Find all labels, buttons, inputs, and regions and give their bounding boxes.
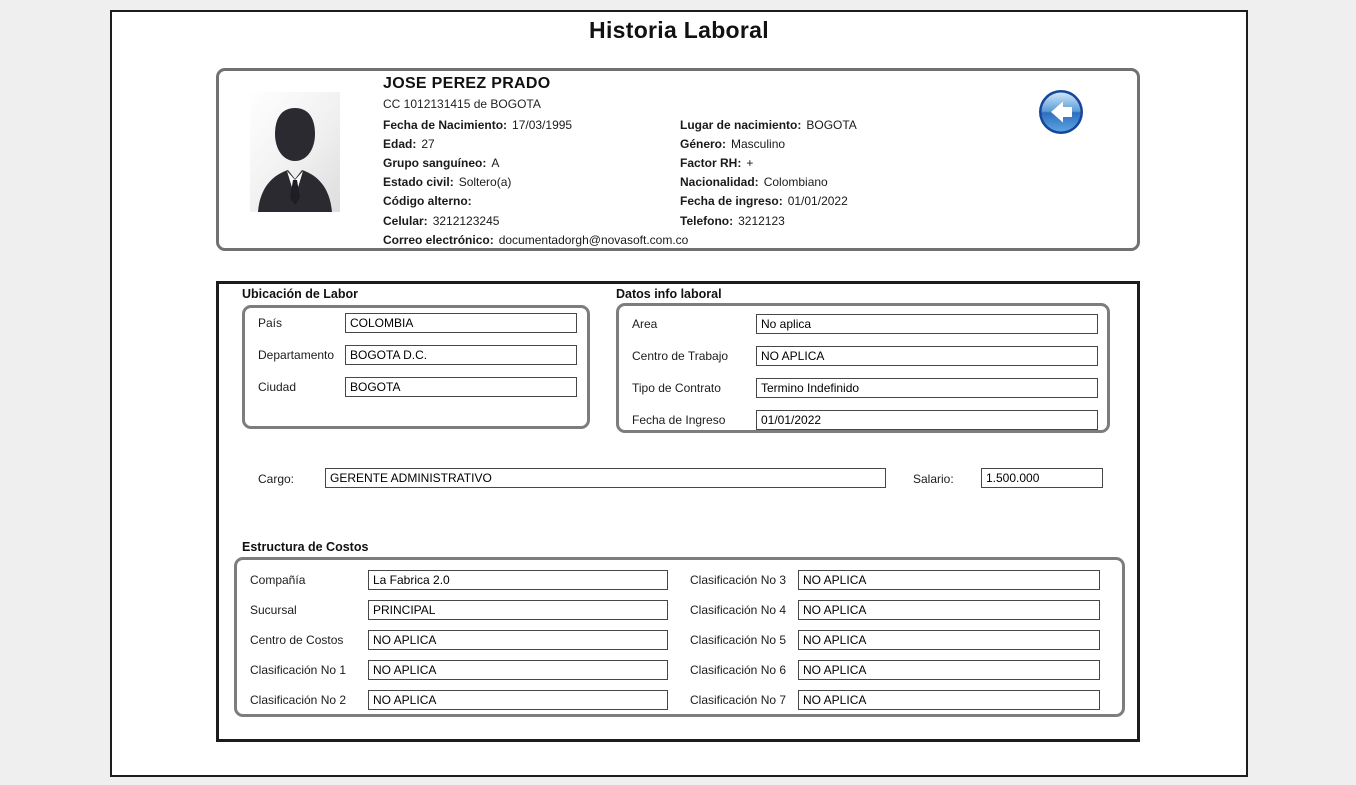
field-area: Area [632, 314, 1098, 334]
clasificacion-2-input[interactable] [368, 690, 668, 710]
pais-label: País [258, 316, 283, 330]
section-title-datos-laboral: Datos info laboral [616, 287, 722, 301]
form-box: Ubicación de Labor País Departamento Ciu… [216, 281, 1140, 742]
profile-left-column: Fecha de Nacimiento: 17/03/1995 Edad: 27 G… [383, 115, 688, 249]
person-silhouette-icon [258, 108, 332, 212]
centro-costos-label: Centro de Costos [250, 633, 344, 647]
clasificacion-6-label: Clasificación No 6 [690, 663, 787, 677]
profile-field-genero: Género: Masculino [680, 136, 786, 151]
field-clasificacion-5: Clasificación No 5 [690, 630, 1100, 650]
tipo-contrato-label: Tipo de Contrato [632, 381, 721, 395]
fieldset-estructura: Compañía Sucursal Centro de Costos Clasi… [234, 557, 1125, 717]
departamento-label: Departamento [258, 348, 335, 362]
field-tipo-contrato: Tipo de Contrato [632, 378, 1098, 398]
field-centro-trabajo: Centro de Trabajo [632, 346, 1098, 366]
profile-field-nacionalidad: Nacionalidad: Colombiano [680, 175, 828, 190]
ciudad-label: Ciudad [258, 380, 297, 394]
clasificacion-7-label: Clasificación No 7 [690, 693, 787, 707]
compania-label: Compañía [250, 573, 306, 587]
profile-field-correo: Correo electrónico: documentadorgh@novaso… [383, 232, 689, 247]
pais-input[interactable] [345, 313, 577, 333]
ciudad-input[interactable] [345, 377, 577, 397]
profile-field-estado-civil: Estado civil: Soltero(a) [383, 175, 512, 190]
salario-label: Salario: [913, 472, 954, 486]
centro-costos-input[interactable] [368, 630, 668, 650]
field-centro-costos: Centro de Costos [250, 630, 668, 650]
profile-field-lugar-nacimiento: Lugar de nacimiento: BOGOTA [680, 117, 857, 132]
field-pais: País [258, 313, 577, 333]
field-clasificacion-6: Clasificación No 6 [690, 660, 1100, 680]
profile-field-telefono: Telefono: 3212123 [680, 213, 785, 228]
cargo-input[interactable] [325, 468, 886, 488]
historia-laboral-page: { "page": { "title": "Historia Laboral" … [0, 0, 1356, 785]
profile-field-grupo-sanguineo: Grupo sanguíneo: A [383, 155, 500, 170]
section-title-estructura: Estructura de Costos [242, 540, 369, 554]
fieldset-datos-laboral: Area Centro de Trabajo Tipo de Contrato … [616, 303, 1110, 433]
fieldset-ubicacion: País Departamento Ciudad [242, 305, 590, 429]
salario-input[interactable] [981, 468, 1103, 488]
profile-field-celular: Celular: 3212123245 [383, 213, 500, 228]
field-fecha-ingreso-laboral: Fecha de Ingreso [632, 410, 1098, 430]
field-ciudad: Ciudad [258, 377, 577, 397]
page-title: Historia Laboral [589, 17, 769, 43]
clasificacion-2-label: Clasificación No 2 [250, 693, 347, 707]
profile-field-fecha-nacimiento: Fecha de Nacimiento: 17/03/1995 [383, 117, 573, 132]
sucursal-input[interactable] [368, 600, 668, 620]
field-clasificacion-1: Clasificación No 1 [250, 660, 668, 680]
employee-name: JOSE PEREZ PRADO [383, 75, 551, 92]
field-clasificacion-2: Clasificación No 2 [250, 690, 668, 710]
field-sucursal: Sucursal [250, 600, 668, 620]
fecha-ingreso-label: Fecha de Ingreso [632, 413, 726, 427]
compania-input[interactable] [368, 570, 668, 590]
main-window: Historia Laboral JOSE PEREZ PRADO CC 101… [110, 10, 1248, 777]
clasificacion-5-label: Clasificación No 5 [690, 633, 787, 647]
clasificacion-1-label: Clasificación No 1 [250, 663, 347, 677]
clasificacion-3-label: Clasificación No 3 [690, 573, 787, 587]
employee-document: CC 1012131415 de BOGOTA [383, 97, 541, 111]
field-clasificacion-7: Clasificación No 7 [690, 690, 1100, 710]
field-clasificacion-4: Clasificación No 4 [690, 600, 1100, 620]
avatar [250, 92, 340, 212]
tipo-contrato-input[interactable] [756, 378, 1098, 398]
departamento-input[interactable] [345, 345, 577, 365]
clasificacion-5-input[interactable] [798, 630, 1100, 650]
profile-field-codigo-alterno: Código alterno: [383, 194, 472, 209]
clasificacion-7-input[interactable] [798, 690, 1100, 710]
profile-right-column: Lugar de nacimiento: BOGOTA Género: Mascul… [680, 115, 857, 230]
profile-field-edad: Edad: 27 [383, 136, 435, 151]
centro-trabajo-label: Centro de Trabajo [632, 349, 729, 363]
clasificacion-3-input[interactable] [798, 570, 1100, 590]
field-clasificacion-3: Clasificación No 3 [690, 570, 1100, 590]
profile-field-fecha-ingreso: Fecha de ingreso: 01/01/2022 [680, 194, 848, 209]
profile-card: JOSE PEREZ PRADO CC 1012131415 de BOGOTA… [216, 68, 1140, 251]
section-title-ubicacion: Ubicación de Labor [242, 287, 358, 301]
sucursal-label: Sucursal [250, 603, 297, 617]
clasificacion-4-label: Clasificación No 4 [690, 603, 787, 617]
clasificacion-1-input[interactable] [368, 660, 668, 680]
field-compania: Compañía [250, 570, 668, 590]
clasificacion-4-input[interactable] [798, 600, 1100, 620]
back-button[interactable] [1038, 89, 1084, 135]
profile-field-factor-rh: Factor RH: + [680, 155, 754, 170]
cargo-label: Cargo: [258, 472, 295, 486]
field-departamento: Departamento [258, 345, 577, 365]
centro-trabajo-input[interactable] [756, 346, 1098, 366]
fecha-ingreso-input[interactable] [756, 410, 1098, 430]
clasificacion-6-input[interactable] [798, 660, 1100, 680]
area-input[interactable] [756, 314, 1098, 334]
area-label: Area [632, 317, 658, 331]
back-arrow-icon [1039, 90, 1083, 134]
